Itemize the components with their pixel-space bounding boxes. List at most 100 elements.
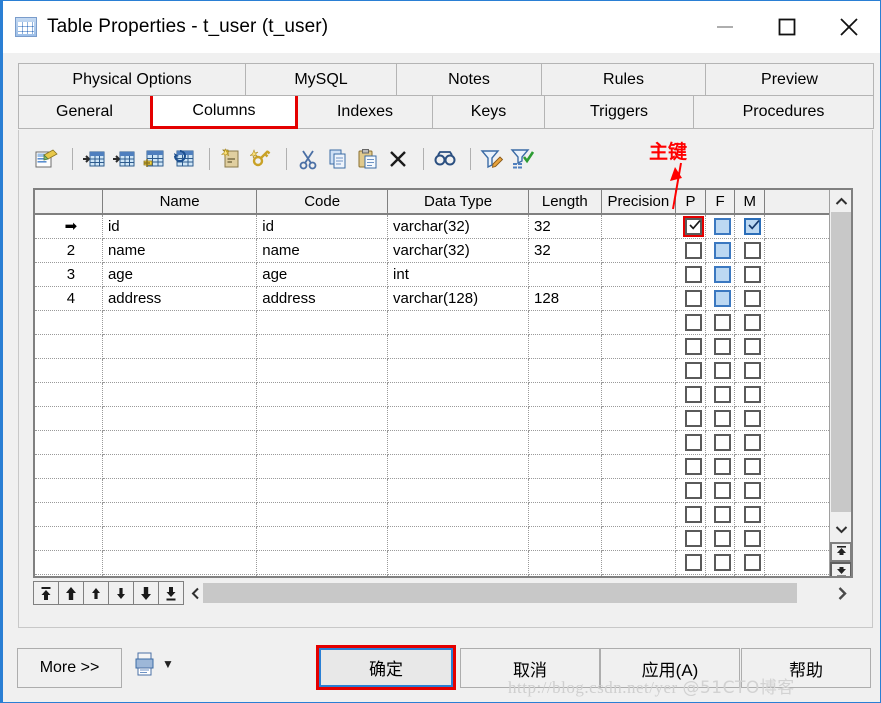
checkbox-m[interactable] [743, 337, 761, 355]
move-down-button[interactable] [108, 581, 134, 605]
cell-mandatory[interactable] [734, 454, 766, 479]
table-row-empty[interactable] [35, 574, 851, 576]
table-row-empty[interactable] [35, 406, 851, 431]
table-row-empty[interactable] [35, 358, 851, 383]
cell-code[interactable] [256, 574, 389, 576]
cell-length[interactable] [528, 406, 602, 431]
checkbox-p[interactable] [684, 481, 702, 499]
print-control[interactable]: ▼ [135, 652, 174, 676]
tab-rules[interactable]: Rules [541, 63, 706, 96]
cell-foreign-key[interactable] [705, 478, 736, 503]
cell-code[interactable] [256, 502, 389, 527]
cell-code[interactable]: address [256, 286, 389, 311]
cell-data-type[interactable]: varchar(32) [387, 214, 530, 239]
row-number[interactable] [35, 454, 103, 479]
cell-length[interactable] [528, 334, 602, 359]
close-button[interactable] [818, 1, 880, 53]
cell-mandatory[interactable] [734, 502, 766, 527]
cell-precision[interactable] [601, 214, 677, 239]
cell-name[interactable] [102, 406, 258, 431]
cell-mandatory[interactable] [734, 286, 766, 311]
scroll-up-button[interactable] [830, 190, 851, 212]
cut-icon[interactable] [295, 146, 321, 172]
checkbox-p[interactable] [684, 265, 702, 283]
cell-primary-key[interactable] [675, 454, 706, 479]
cell-foreign-key[interactable] [705, 430, 736, 455]
cell-code[interactable]: name [256, 238, 389, 263]
checkbox-m[interactable] [743, 457, 761, 475]
cell-code[interactable] [256, 478, 389, 503]
cell-foreign-key[interactable] [705, 310, 736, 335]
cell-precision[interactable] [601, 550, 677, 575]
cell-name[interactable] [102, 454, 258, 479]
cell-primary-key[interactable] [675, 574, 706, 576]
cell-data-type[interactable] [387, 358, 530, 383]
maximize-button[interactable] [756, 1, 818, 53]
cell-primary-key[interactable] [675, 286, 706, 311]
insert-row-icon[interactable] [81, 146, 107, 172]
cell-mandatory[interactable] [734, 574, 766, 576]
checkbox-f[interactable] [714, 385, 732, 403]
table-row[interactable]: 4 address address varchar(128) 128 [35, 286, 851, 311]
table-row-empty[interactable] [35, 454, 851, 479]
col-header-m[interactable]: M [734, 190, 766, 215]
checkbox-f[interactable] [714, 553, 732, 571]
cell-length[interactable] [528, 358, 602, 383]
row-number[interactable]: 3 [35, 262, 103, 287]
cell-precision[interactable] [601, 238, 677, 263]
cell-mandatory[interactable] [734, 430, 766, 455]
table-row-empty[interactable] [35, 430, 851, 455]
cell-code[interactable] [256, 358, 389, 383]
checkbox-m[interactable] [743, 481, 761, 499]
checkbox-p[interactable] [684, 529, 702, 547]
row-number[interactable] [35, 478, 103, 503]
cell-code[interactable] [256, 382, 389, 407]
cell-length[interactable]: 128 [528, 286, 602, 311]
move-to-bottom-button[interactable] [158, 581, 184, 605]
filter-edit-icon[interactable] [479, 146, 505, 172]
col-header-length[interactable]: Length [528, 190, 602, 215]
cell-primary-key[interactable] [675, 334, 706, 359]
scroll-page-down-button[interactable] [830, 562, 851, 576]
scroll-thumb[interactable] [831, 212, 851, 512]
note-icon[interactable] [218, 146, 244, 172]
tab-columns[interactable]: Columns [150, 96, 298, 129]
tab-physical-options[interactable]: Physical Options [18, 63, 246, 96]
cell-length[interactable] [528, 478, 602, 503]
checkbox-p[interactable] [684, 505, 702, 523]
checkbox-p[interactable] [684, 241, 702, 259]
cell-name[interactable] [102, 502, 258, 527]
cell-name[interactable] [102, 358, 258, 383]
cell-primary-key[interactable] [675, 310, 706, 335]
cell-precision[interactable] [601, 526, 677, 551]
row-number[interactable]: 4 [35, 286, 103, 311]
col-header-code[interactable]: Code [256, 190, 389, 215]
refresh-column-icon[interactable] [171, 146, 197, 172]
cell-name[interactable] [102, 574, 258, 576]
cell-data-type[interactable] [387, 430, 530, 455]
cell-mandatory[interactable] [734, 334, 766, 359]
checkbox-p[interactable] [682, 216, 704, 237]
cell-data-type[interactable] [387, 382, 530, 407]
cell-mandatory[interactable] [734, 382, 766, 407]
cell-name[interactable]: age [102, 262, 258, 287]
move-down-multi-button[interactable] [133, 581, 159, 605]
col-header-rownum[interactable] [35, 190, 103, 215]
cell-precision[interactable] [601, 406, 677, 431]
cell-mandatory[interactable] [734, 550, 766, 575]
scroll-right-button[interactable] [831, 586, 853, 601]
cell-mandatory[interactable] [734, 214, 766, 239]
more-button[interactable]: More >> [17, 648, 122, 688]
cell-code[interactable]: id [256, 214, 389, 239]
cell-precision[interactable] [601, 574, 677, 576]
cell-data-type[interactable]: int [387, 262, 530, 287]
checkbox-p[interactable] [684, 289, 702, 307]
tab-mysql[interactable]: MySQL [245, 63, 397, 96]
row-number[interactable] [35, 406, 103, 431]
cell-name[interactable] [102, 334, 258, 359]
tab-notes[interactable]: Notes [396, 63, 542, 96]
cell-length[interactable] [528, 430, 602, 455]
table-row-empty[interactable] [35, 478, 851, 503]
checkbox-f[interactable] [714, 481, 732, 499]
checkbox-f[interactable] [714, 505, 732, 523]
